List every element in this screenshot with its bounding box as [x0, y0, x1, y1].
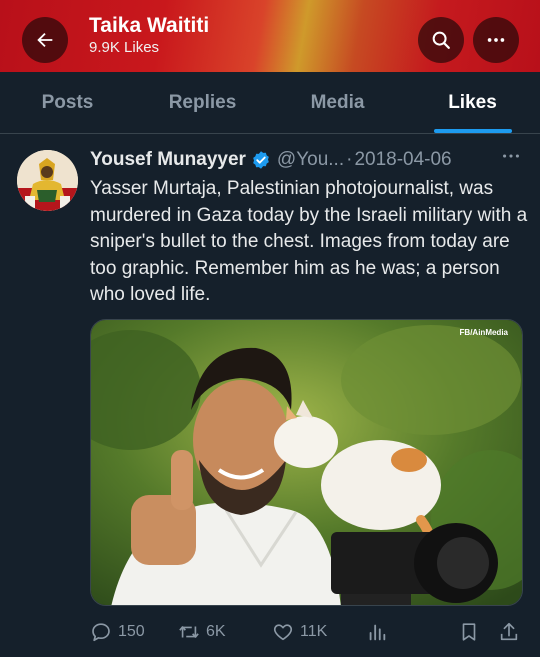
tab-replies-label: Replies	[168, 91, 237, 113]
more-horizontal-icon	[487, 38, 505, 42]
reply-count: 150	[118, 623, 145, 640]
repost-count: 6K	[206, 623, 226, 640]
arrow-left-icon	[37, 32, 53, 48]
tab-likes-label: Likes	[448, 91, 497, 113]
analytics-icon	[369, 624, 386, 641]
bookmark-button[interactable]	[458, 621, 486, 643]
tweet-header: Yousef Munayyer @You... · 2018-04-06	[90, 147, 530, 173]
repost-button[interactable]: 6K	[178, 621, 226, 643]
author-name[interactable]: Yousef Munayyer	[90, 149, 246, 171]
heart-icon	[273, 624, 293, 641]
header-titles: Taika Waititi 9.9K Likes	[89, 13, 209, 57]
tweet-date[interactable]: 2018-04-06	[354, 149, 451, 171]
tab-posts-label: Posts	[41, 91, 94, 113]
active-tab-indicator	[433, 129, 512, 133]
profile-name: Taika Waititi	[89, 14, 210, 37]
back-button[interactable]	[22, 17, 68, 63]
meta-separator: ·	[346, 149, 353, 170]
tab-media[interactable]: Media	[270, 72, 405, 133]
tab-likes[interactable]: Likes	[405, 72, 540, 133]
avatar[interactable]	[17, 150, 78, 211]
views-button[interactable]	[366, 621, 394, 643]
profile-tabs: Posts Replies Media Likes	[0, 72, 540, 134]
search-icon	[432, 31, 450, 49]
likes-count: 9.9K Likes	[89, 39, 160, 56]
author-handle[interactable]: @You...	[277, 149, 344, 171]
tweet[interactable]: Yousef Munayyer @You... · 2018-04-06 Yas…	[0, 135, 540, 657]
tweet-photo[interactable]: FB/AinMedia	[90, 319, 523, 606]
photo-credit: FB/AinMedia	[459, 328, 508, 337]
photo-image	[91, 320, 522, 605]
search-button[interactable]	[418, 17, 464, 63]
more-button[interactable]	[473, 17, 519, 63]
tab-posts[interactable]: Posts	[0, 72, 135, 133]
share-button[interactable]	[498, 621, 526, 643]
tweet-text: Yasser Murtaja, Palestinian photojournal…	[90, 178, 528, 306]
like-button[interactable]: 11K	[272, 621, 327, 643]
avatar-image	[17, 150, 78, 211]
tweet-more-button[interactable]	[500, 145, 522, 173]
tab-media-label: Media	[310, 91, 365, 113]
reply-icon	[92, 623, 110, 642]
reply-button[interactable]: 150	[90, 621, 145, 643]
repost-icon	[179, 626, 199, 638]
share-icon	[500, 622, 518, 641]
like-count: 11K	[300, 623, 328, 640]
tab-replies[interactable]: Replies	[135, 72, 270, 133]
more-horizontal-icon	[503, 154, 519, 158]
verified-badge-icon	[251, 150, 271, 170]
profile-header: Taika Waititi 9.9K Likes	[0, 0, 540, 72]
bookmark-icon	[462, 623, 476, 641]
tweet-actions: 150 6K 11K	[90, 621, 530, 647]
